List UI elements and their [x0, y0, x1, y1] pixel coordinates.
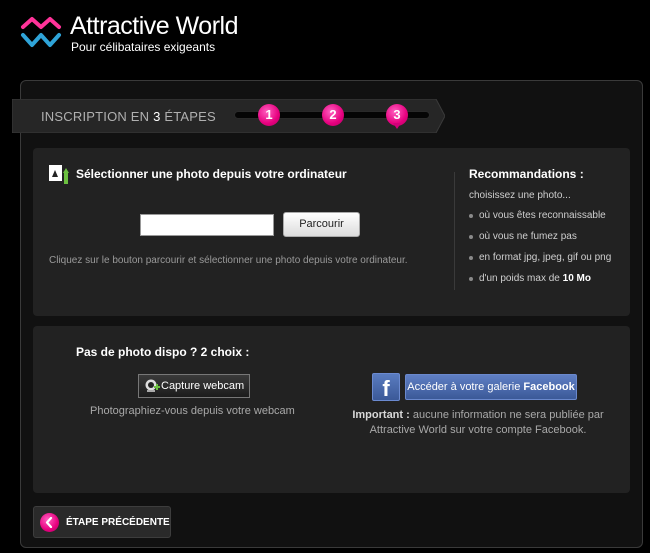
no-photo-title: Pas de photo dispo ? 2 choix :: [76, 345, 250, 359]
webcam-caption: Photographiez-vous depuis votre webcam: [90, 405, 295, 417]
step-banner: INSCRIPTION EN 3 ÉTAPES 1 2 3: [12, 99, 445, 133]
browse-button[interactable]: Parcourir: [283, 212, 360, 237]
facebook-gallery-button[interactable]: Accéder à votre galerie Facebook: [405, 374, 577, 400]
recommendations-title: Recommandations :: [469, 167, 584, 181]
facebook-privacy-note: Important : aucune information ne sera p…: [352, 409, 604, 436]
upload-hint: Cliquez sur le bouton parcourir et sélec…: [49, 255, 408, 266]
size-limit: 10 Mo: [562, 273, 591, 284]
previous-step-label: ÉTAPE PRÉCÉDENTE: [66, 517, 170, 528]
logo[interactable]: Attractive World Pour célibataires exige…: [20, 12, 280, 56]
webcam-capture-button[interactable]: Capture webcam: [138, 374, 250, 398]
recommendations-intro: choisissez une photo...: [469, 190, 571, 201]
upload-photo-icon: [49, 165, 69, 184]
recommendation-item: d'un poids max de 10 Mo: [469, 273, 611, 294]
previous-step-button[interactable]: ÉTAPE PRÉCÉDENTE: [33, 506, 171, 538]
chevron-left-icon: [40, 513, 59, 532]
brand-name: Attractive World: [70, 12, 238, 40]
step-title: INSCRIPTION EN 3 ÉTAPES: [41, 109, 216, 124]
recommendation-item: où vous ne fumez pas: [469, 231, 611, 252]
webcam-capture-label: Capture webcam: [161, 380, 245, 392]
recommendations-list: où vous êtes reconnaissable où vous ne f…: [469, 210, 611, 294]
no-photo-panel: Pas de photo dispo ? 2 choix : Capture w…: [33, 326, 630, 493]
facebook-icon[interactable]: f: [372, 373, 400, 401]
webcam-icon: [145, 379, 160, 392]
step-1-indicator: 1: [258, 104, 280, 126]
step-3-indicator: 3: [386, 104, 408, 129]
panel-divider: [454, 172, 455, 290]
attractive-world-logo-icon: [21, 17, 61, 47]
brand-tagline: Pour célibataires exigeants: [71, 40, 216, 54]
recommendation-item: où vous êtes reconnaissable: [469, 210, 611, 231]
upload-title: Sélectionner une photo depuis votre ordi…: [76, 167, 347, 181]
file-path-input[interactable]: [140, 214, 274, 236]
upload-photo-panel: Sélectionner une photo depuis votre ordi…: [33, 148, 630, 316]
recommendation-item: en format jpg, jpeg, gif ou png: [469, 252, 611, 273]
step-2-indicator: 2: [322, 104, 344, 126]
